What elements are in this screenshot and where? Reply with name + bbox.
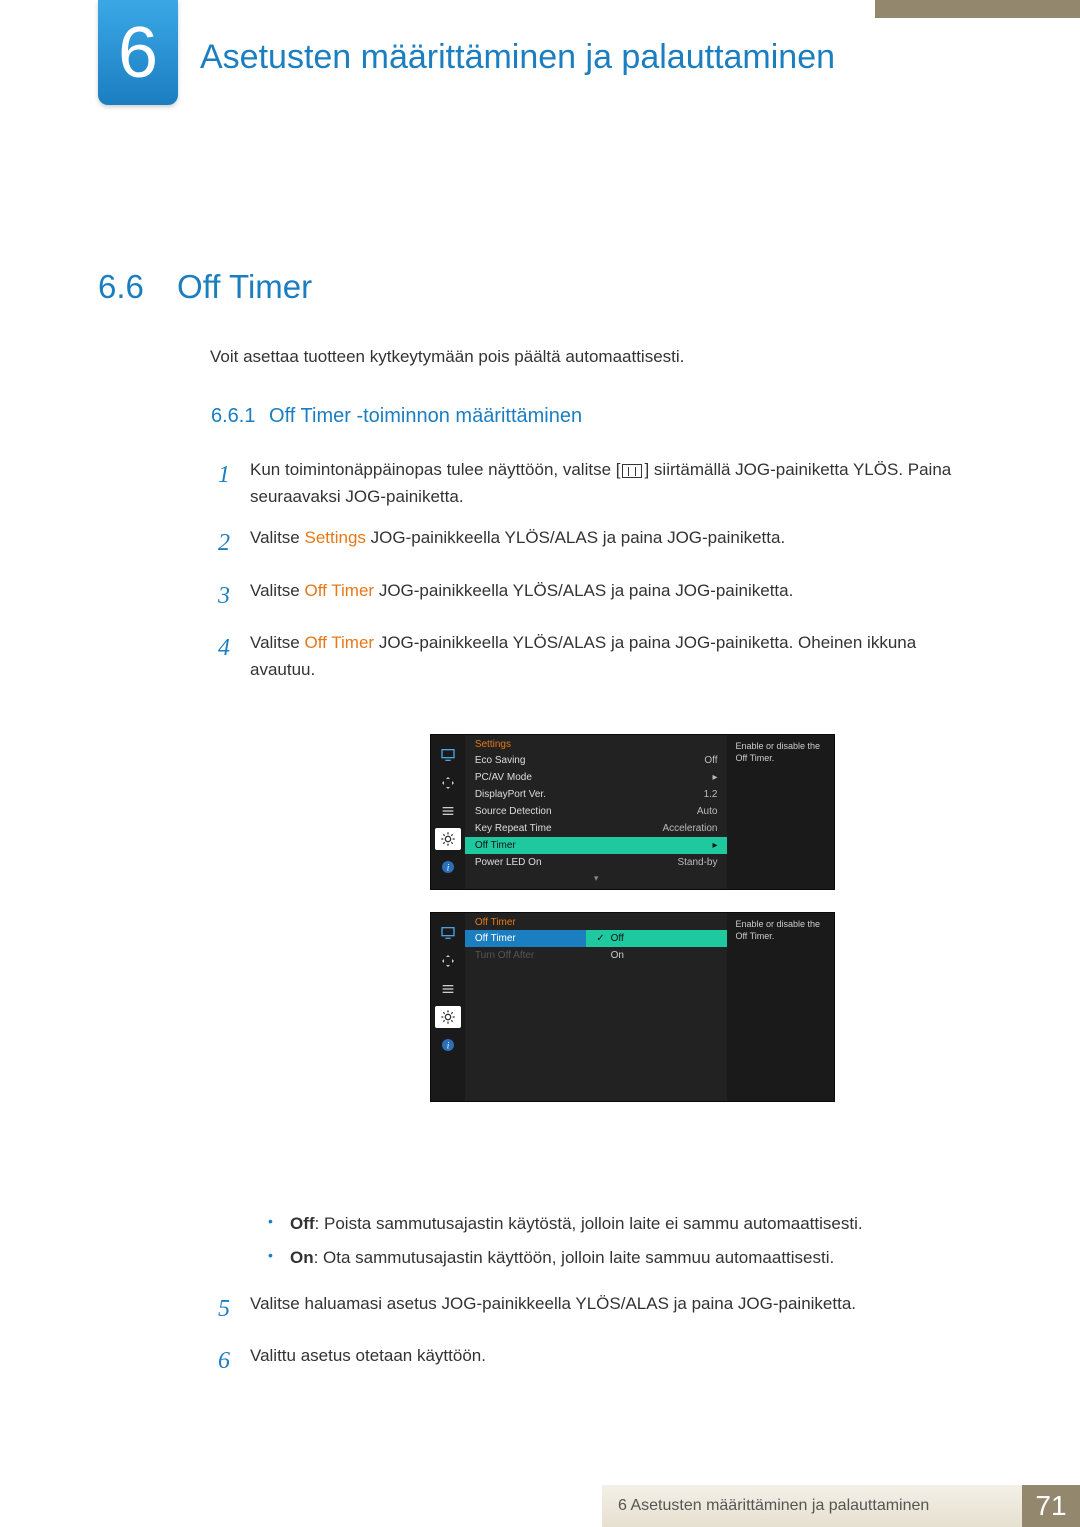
step-2: 2 Valitse Settings JOG-painikkeella YLÖS…: [218, 524, 958, 562]
osd-row-disabled: Turn Off After: [465, 947, 586, 964]
list-icon: [435, 978, 461, 1000]
chapter-number: 6: [118, 12, 158, 94]
osd-settings-menu: i Settings Eco SavingOff PC/AV Mode▸ Dis…: [430, 734, 835, 890]
step-number: 4: [218, 629, 250, 667]
subsection-number: 6.6.1: [211, 405, 255, 427]
osd-main-panel: Settings Eco SavingOff PC/AV Mode▸ Displ…: [465, 735, 728, 889]
osd-row: Key Repeat TimeAcceleration: [465, 820, 728, 837]
osd-sidebar: i: [431, 913, 465, 1101]
section-intro: Voit asettaa tuotteen kytkeytymään pois …: [210, 347, 684, 367]
arrows-icon: [435, 950, 461, 972]
section-title: Off Timer: [177, 268, 312, 305]
step-number: 5: [218, 1290, 250, 1328]
bullet-item: • Off: Poista sammutusajastin käytöstä, …: [268, 1207, 863, 1241]
svg-text:i: i: [447, 1041, 450, 1051]
osd-row: DisplayPort Ver.1.2: [465, 786, 728, 803]
info-icon: i: [435, 1034, 461, 1056]
osd-row: Eco SavingOff: [465, 752, 728, 769]
osd-row: PC/AV Mode▸: [465, 769, 728, 786]
arrows-icon: [435, 772, 461, 794]
osd-sidebar: i: [431, 735, 465, 889]
step-number: 1: [218, 456, 250, 494]
step-text: Valitse Off Timer JOG-painikkeella YLÖS/…: [250, 629, 958, 683]
osd-row-selected: Off Timer: [465, 930, 586, 947]
step-number: 6: [218, 1342, 250, 1380]
svg-text:i: i: [447, 863, 450, 873]
menu-icon: [622, 464, 642, 478]
gear-icon: [435, 1006, 461, 1028]
chapter-tab: 6: [98, 0, 178, 105]
list-icon: [435, 800, 461, 822]
steps-list-2: 5 Valitse haluamasi asetus JOG-painikkee…: [218, 1290, 958, 1395]
check-icon: ✓: [596, 933, 604, 944]
osd-offtimer-menu: i Off Timer Off Timer Turn Off After ✓Of…: [430, 912, 835, 1102]
bullet-icon: •: [268, 1207, 290, 1241]
monitor-icon: [435, 744, 461, 766]
osd-row: Source DetectionAuto: [465, 803, 728, 820]
section-heading: 6.6 Off Timer: [98, 268, 312, 306]
bullet-list: • Off: Poista sammutusajastin käytöstä, …: [268, 1207, 863, 1275]
step-number: 2: [218, 524, 250, 562]
step-text: Valitse Off Timer JOG-painikkeella YLÖS/…: [250, 577, 958, 604]
steps-list: 1 Kun toimintonäppäinopas tulee näyttöön…: [218, 456, 958, 698]
subsection-heading: 6.6.1 Off Timer -toiminnon määrittäminen: [211, 405, 582, 428]
step-text: Valittu asetus otetaan käyttöön.: [250, 1342, 958, 1369]
subsection-title: Off Timer -toiminnon määrittäminen: [269, 405, 582, 427]
page-number: 71: [1022, 1485, 1080, 1527]
step-5: 5 Valitse haluamasi asetus JOG-painikkee…: [218, 1290, 958, 1328]
top-stripe: [875, 0, 1080, 18]
osd-screenshots: i Settings Eco SavingOff PC/AV Mode▸ Dis…: [430, 734, 835, 1102]
step-text: Valitse haluamasi asetus JOG-painikkeell…: [250, 1290, 958, 1317]
step-text: Kun toimintonäppäinopas tulee näyttöön, …: [250, 456, 958, 510]
osd-description: Enable or disable the Off Timer.: [727, 913, 834, 1101]
step-text: Valitse Settings JOG-painikkeella YLÖS/A…: [250, 524, 958, 551]
osd-left-panel: Off Timer Off Timer Turn Off After: [465, 913, 586, 1101]
osd-option-selected: ✓Off: [586, 930, 727, 947]
osd-option: ✓On: [586, 947, 727, 964]
page-footer: 6 Asetusten määrittäminen ja palauttamin…: [0, 1485, 1080, 1527]
info-icon: i: [435, 856, 461, 878]
osd-description: Enable or disable the Off Timer.: [727, 735, 834, 889]
gear-icon: [435, 828, 461, 850]
step-1: 1 Kun toimintonäppäinopas tulee näyttöön…: [218, 456, 958, 510]
osd-title: Off Timer: [465, 913, 586, 930]
monitor-icon: [435, 922, 461, 944]
osd-row-highlighted: Off Timer▸: [465, 837, 728, 854]
section-number: 6.6: [98, 268, 144, 305]
footer-chapter-label: 6 Asetusten määrittäminen ja palauttamin…: [602, 1485, 1022, 1527]
osd-row: Power LED OnStand-by: [465, 854, 728, 871]
osd-options-panel: ✓Off ✓On: [586, 913, 727, 1101]
step-4: 4 Valitse Off Timer JOG-painikkeella YLÖ…: [218, 629, 958, 683]
osd-title: Settings: [465, 735, 728, 752]
bullet-icon: •: [268, 1241, 290, 1275]
step-6: 6 Valittu asetus otetaan käyttöön.: [218, 1342, 958, 1380]
step-3: 3 Valitse Off Timer JOG-painikkeella YLÖ…: [218, 577, 958, 615]
step-number: 3: [218, 577, 250, 615]
chapter-title: Asetusten määrittäminen ja palauttaminen: [200, 38, 835, 77]
down-arrow-icon: ▾: [465, 871, 728, 889]
bullet-item: • On: Ota sammutusajastin käyttöön, joll…: [268, 1241, 863, 1275]
